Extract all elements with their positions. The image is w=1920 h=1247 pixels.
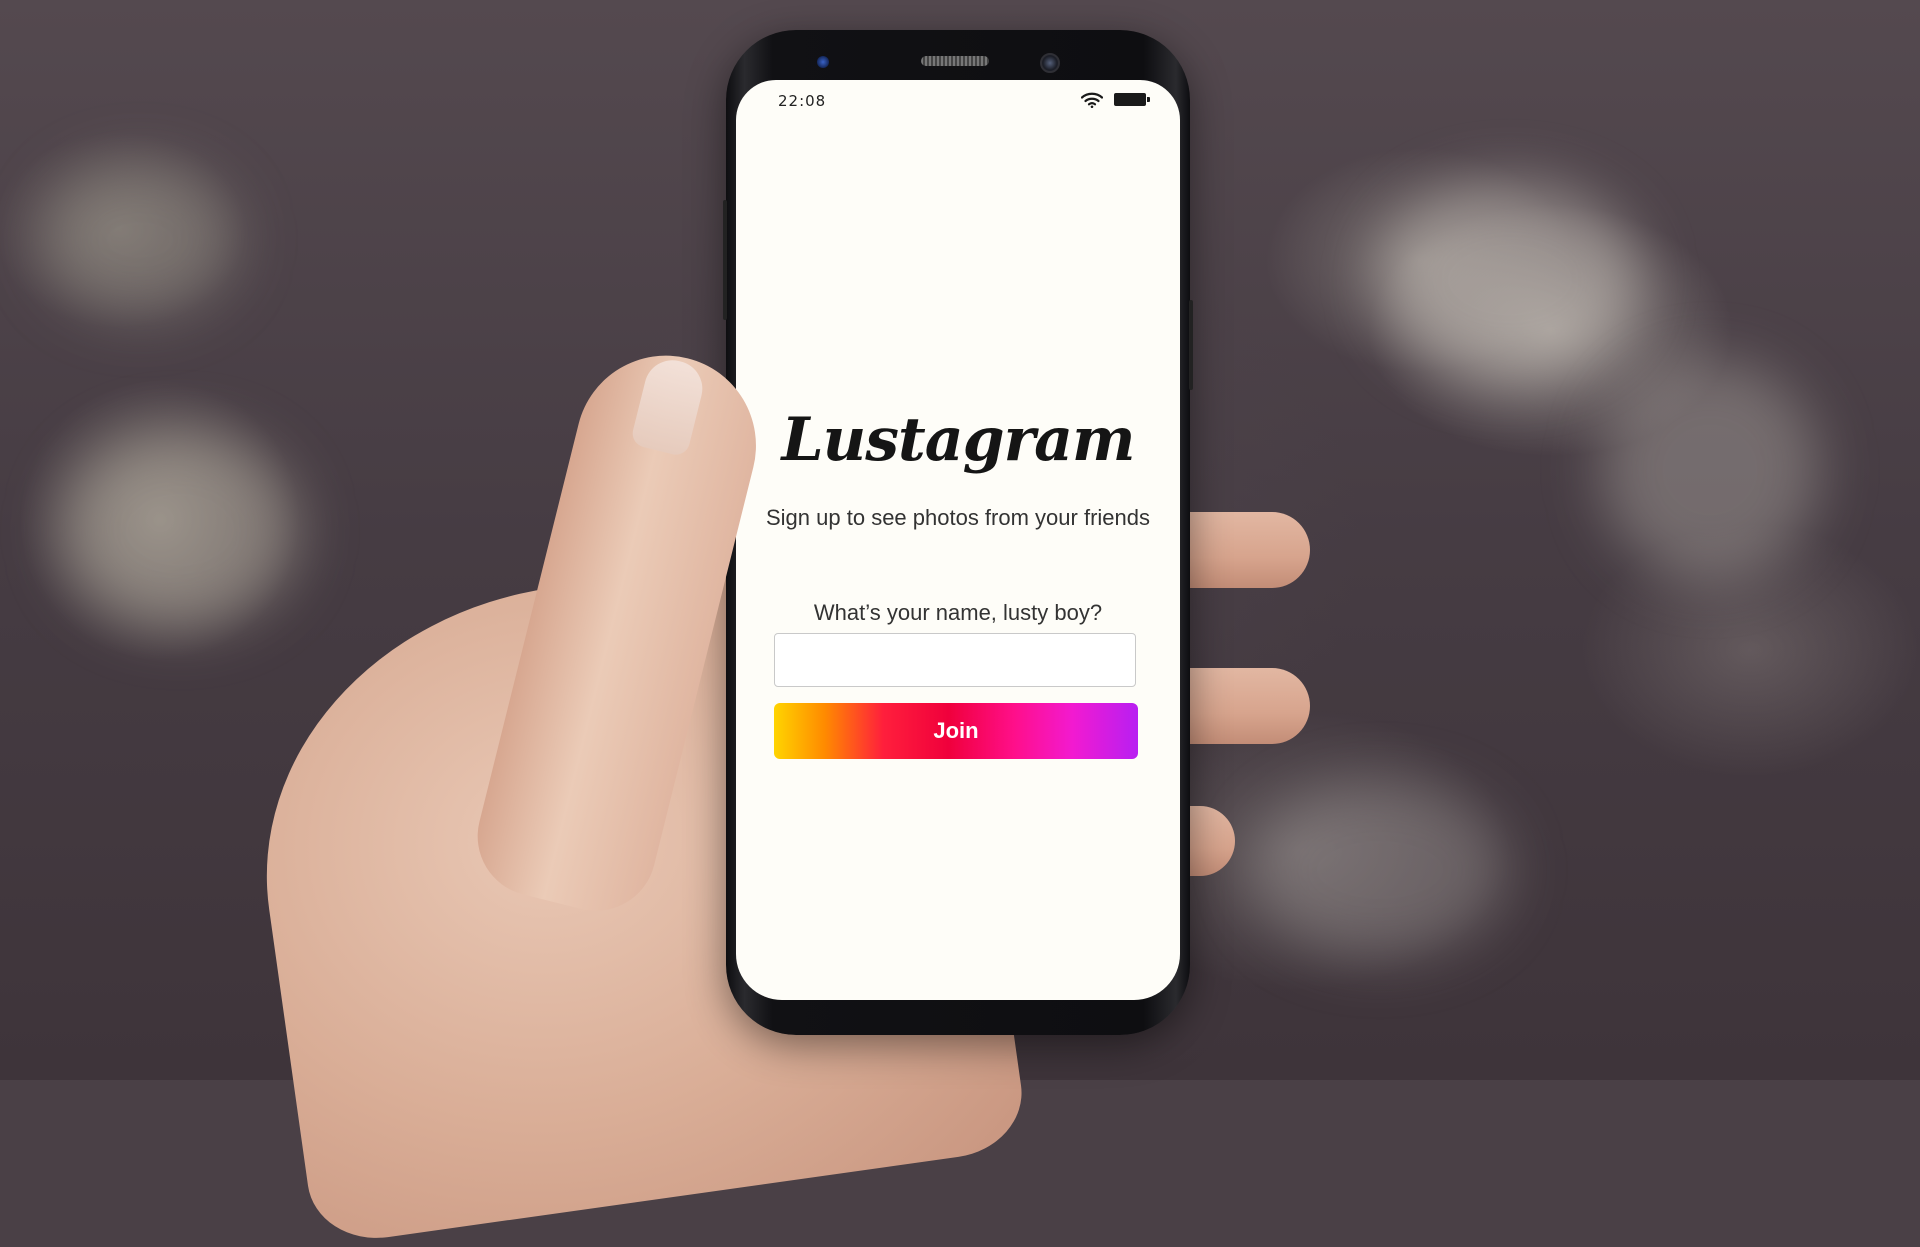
- status-time: 22:08: [778, 92, 827, 110]
- front-camera-icon: [1040, 53, 1060, 73]
- status-bar: 22:08: [736, 80, 1180, 120]
- phone-device: 22:08 Lustagram Sign up to see photos fr…: [723, 30, 1193, 1035]
- background-flower: [1250, 780, 1510, 960]
- join-button[interactable]: Join: [774, 703, 1138, 759]
- earpiece-speaker: [921, 56, 989, 66]
- name-input[interactable]: [774, 633, 1136, 687]
- background-flower: [1600, 360, 1820, 580]
- signup-tagline: Sign up to see photos from your friends: [766, 505, 1150, 530]
- wifi-icon: [1081, 92, 1103, 108]
- background-flower: [60, 430, 300, 630]
- background-flower: [1380, 180, 1640, 380]
- battery-full-icon: [1114, 93, 1150, 106]
- app-logo: Lustagram: [781, 405, 1135, 475]
- phone-screen: 22:08 Lustagram Sign up to see photos fr…: [736, 80, 1180, 1000]
- name-field-label: What’s your name, lusty boy?: [813, 600, 1103, 625]
- phone-side-button: [723, 200, 727, 320]
- phone-side-button: [1189, 300, 1193, 390]
- background-flower: [40, 160, 240, 320]
- front-sensor-icon: [817, 56, 829, 68]
